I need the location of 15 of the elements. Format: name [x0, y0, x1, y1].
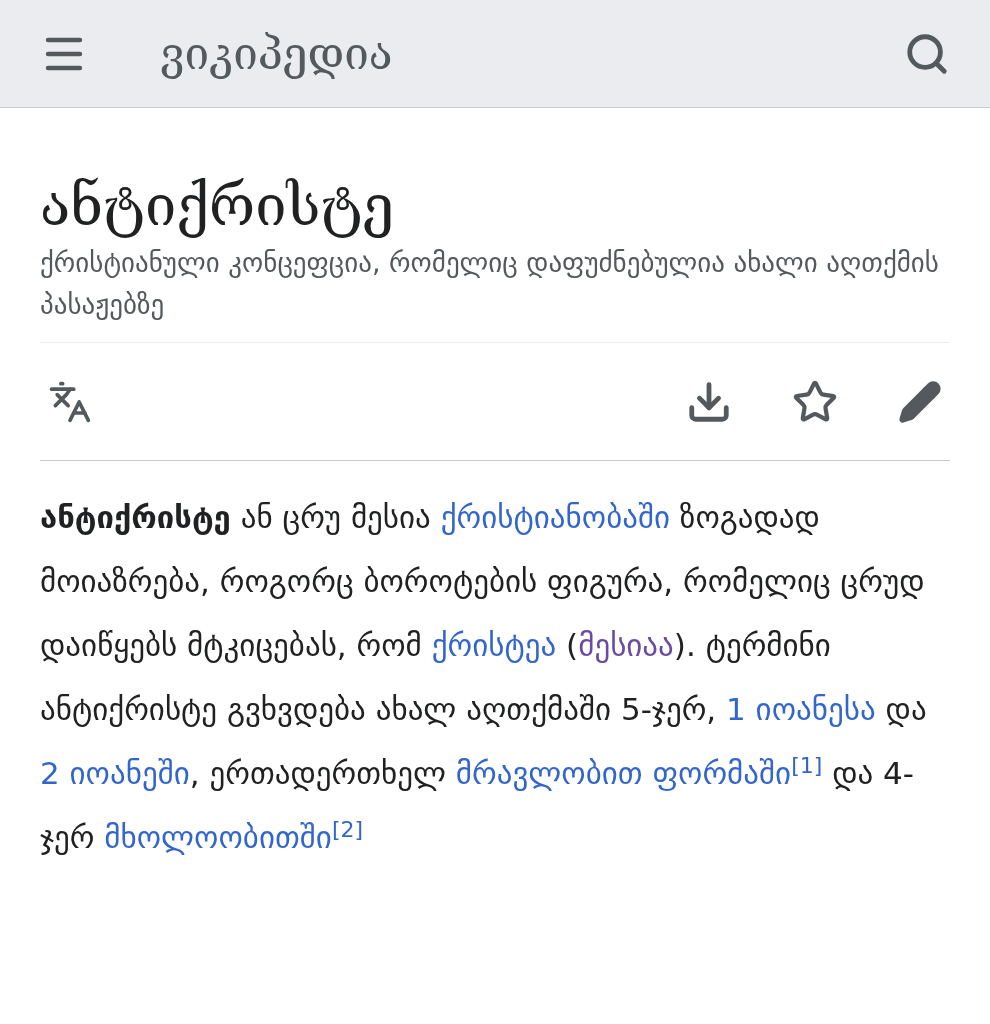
article-paragraph: ანტიქრისტე ან ცრუ მესია ქრისტიანობაში ზოგადად მოიაზრება, როგორც ბოროტების ფიგურა, რომელიც ცრუდ დაიწყებს მტკიცებას, რომ ქრისტეა (მესიაა). ტერმინი ანტიქრისტე გვხვდება ახალ აღთქმაში 5-ჯერ, 1 იოანესა და 2 იოანეში, ერთადერთხელ მრავლობით ფორმაში$^{[1]}$ და 4-ჯერ მხოლოობითში$^{[2]}$	[40, 498, 928, 857]
article-link[interactable]: მხოლოობითში	[104, 819, 332, 855]
reference-link[interactable]: [2]	[331, 817, 364, 842]
article-link[interactable]: ქრისტიანობაში	[440, 499, 670, 535]
article-description: ქრისტიანული კონცეფცია, რომელიც დაფუძნებულია ახალი აღთქმის პასაჟებზე	[40, 242, 950, 343]
article-title: ანტიქრისტე	[40, 172, 395, 240]
article-link[interactable]: 1 იოანესა	[726, 691, 876, 727]
site-logo[interactable]: ვიკიპედია	[160, 20, 393, 87]
article-link[interactable]: 2 იოანეში	[40, 755, 190, 791]
edit-icon[interactable]	[898, 379, 942, 424]
reference-link[interactable]: [1]	[791, 753, 823, 778]
language-icon[interactable]	[48, 379, 92, 424]
article-link[interactable]: ქრისტეა	[431, 627, 557, 663]
article-link[interactable]: მრავლობით ფორმაში	[455, 755, 792, 791]
article-link[interactable]: მესიაა	[578, 627, 674, 663]
